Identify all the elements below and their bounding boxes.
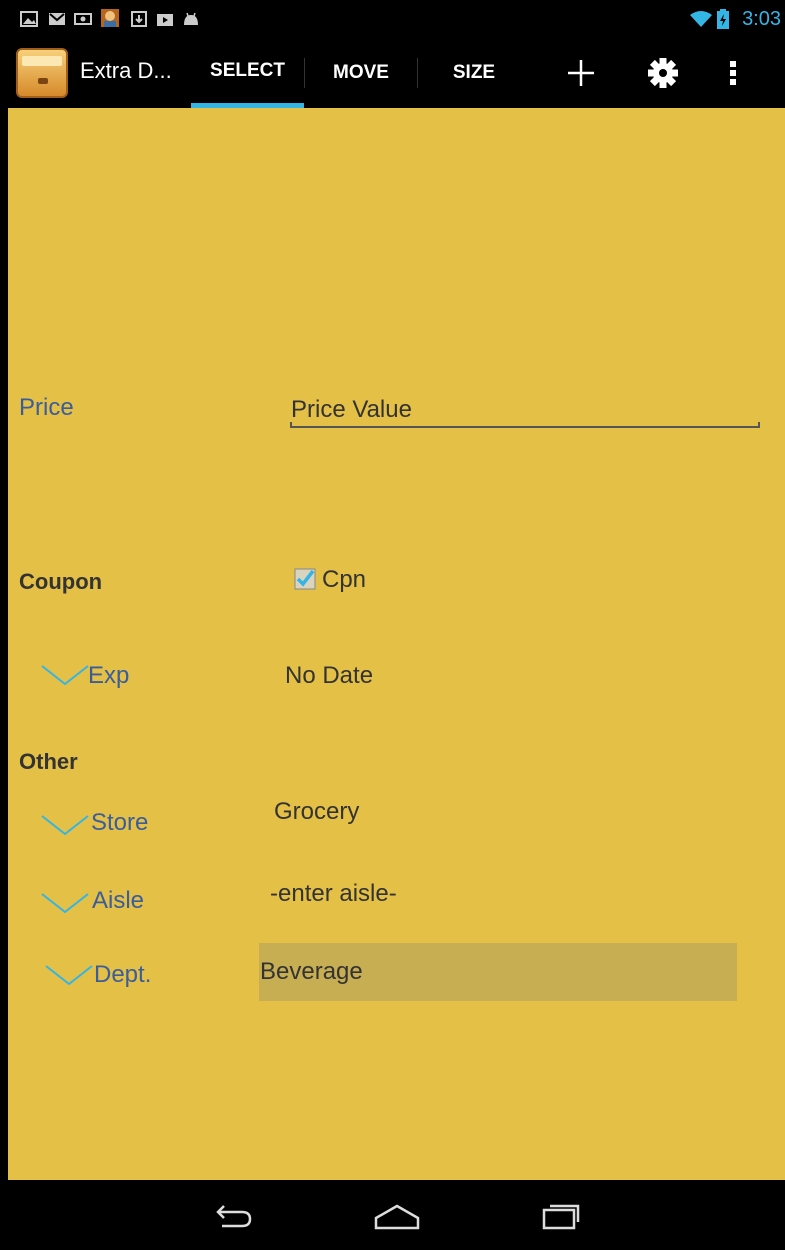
app-title[interactable]: Extra D... — [80, 58, 172, 84]
exp-label[interactable]: Exp — [88, 662, 129, 690]
store-chevron-down-icon[interactable] — [40, 814, 90, 836]
gallery-icon — [20, 11, 38, 27]
exp-chevron-down-icon[interactable] — [40, 664, 90, 686]
play-store-icon — [157, 14, 173, 26]
back-icon[interactable] — [208, 1196, 258, 1236]
dept-chevron-down-icon[interactable] — [44, 964, 94, 986]
coupon-label: Coupon — [19, 569, 103, 594]
app-icon[interactable] — [16, 48, 68, 98]
store-label[interactable]: Store — [91, 809, 148, 837]
action-bar: Extra D... SELECT MOVE SIZE — [8, 38, 785, 108]
exp-value[interactable]: No Date — [285, 662, 373, 690]
overflow-menu-icon[interactable] — [718, 48, 748, 98]
wifi-icon — [690, 11, 712, 27]
other-label: Other — [19, 749, 78, 774]
form-area: Price Coupon Cpn Exp No Date Other Store… — [8, 108, 785, 1180]
store-value[interactable]: Grocery — [274, 798, 359, 826]
home-icon[interactable] — [372, 1196, 422, 1236]
tab-select[interactable]: SELECT — [191, 38, 304, 108]
aisle-label[interactable]: Aisle — [92, 887, 144, 915]
recents-icon[interactable] — [536, 1196, 586, 1236]
tab-move[interactable]: MOVE — [305, 38, 417, 108]
aisle-value[interactable]: -enter aisle- — [270, 880, 397, 908]
dept-value[interactable]: Beverage — [260, 958, 363, 986]
price-label: Price — [19, 394, 74, 421]
add-icon[interactable] — [556, 48, 606, 98]
download-icon — [131, 11, 147, 27]
tab-size[interactable]: SIZE — [418, 38, 530, 108]
android-icon — [184, 12, 198, 25]
price-input[interactable] — [291, 390, 761, 430]
price-input-underline — [290, 422, 760, 428]
dept-label[interactable]: Dept. — [94, 961, 151, 989]
settings-icon[interactable] — [638, 48, 688, 98]
game-icon — [101, 9, 119, 27]
status-bar: 3:03 — [8, 0, 785, 38]
navigation-bar — [8, 1180, 785, 1250]
aisle-chevron-down-icon[interactable] — [40, 892, 90, 914]
status-time: 3:03 — [742, 8, 781, 30]
coupon-checkbox-label[interactable]: Cpn — [322, 566, 366, 594]
gmail-icon — [49, 13, 65, 25]
battery-icon — [717, 9, 729, 29]
email-icon — [74, 13, 92, 25]
coupon-checkbox[interactable] — [294, 568, 316, 590]
